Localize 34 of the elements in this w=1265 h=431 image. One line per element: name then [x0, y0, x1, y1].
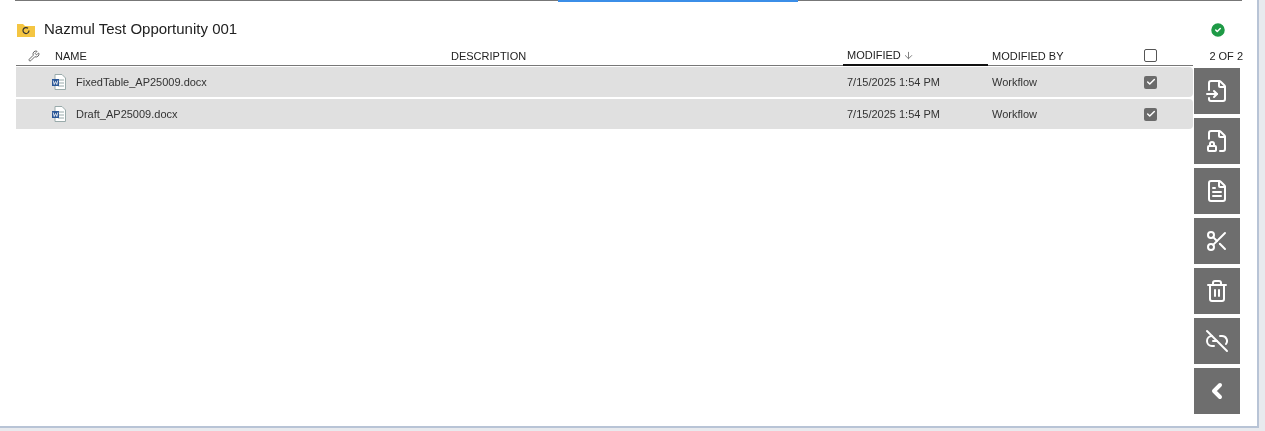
document-icon — [1205, 179, 1229, 203]
file-row[interactable]: FixedTable_AP25009.docx 7/15/2025 1:54 PM Workflow — [16, 67, 1193, 97]
action-button[interactable] — [1194, 68, 1240, 114]
action-button[interactable] — [1194, 368, 1240, 414]
action-button[interactable] — [1194, 118, 1240, 164]
item-count: 2 OF 2 — [1209, 49, 1244, 65]
checkbox[interactable] — [1144, 49, 1157, 62]
action-button[interactable] — [1194, 218, 1240, 264]
checkbox[interactable] — [1144, 75, 1157, 89]
action-button[interactable] — [1194, 168, 1240, 214]
folder-icon — [17, 22, 35, 37]
trash-icon — [1205, 279, 1229, 303]
action-button[interactable] — [1194, 268, 1240, 314]
file-row[interactable]: Draft_AP25009.docx 7/15/2025 1:54 PM Workflow — [16, 99, 1193, 129]
file-in-icon — [1205, 79, 1229, 103]
folder-title: Nazmul Test Opportunity 001 — [44, 19, 238, 40]
modified-by: Workflow — [991, 74, 1039, 90]
broken-link-icon — [1205, 329, 1229, 353]
checkbox[interactable] — [1144, 107, 1157, 121]
modified-date: 7/15/2025 1:54 PM — [846, 106, 941, 122]
action-button[interactable] — [1194, 318, 1240, 364]
file-name: Draft_AP25009.docx — [76, 106, 178, 122]
column-header[interactable]: NAME — [51, 47, 447, 66]
word-document-icon — [52, 106, 66, 122]
modified-by: Workflow — [991, 106, 1039, 122]
settings-icon[interactable] — [27, 50, 40, 62]
word-document-icon — [52, 74, 66, 90]
sort-arrow-icon — [902, 50, 914, 61]
column-header[interactable]: DESCRIPTION — [447, 47, 843, 66]
column-header[interactable]: MODIFIED BY — [988, 47, 1128, 66]
scissors-icon — [1205, 229, 1229, 253]
file-name: FixedTable_AP25009.docx — [76, 74, 207, 90]
file-lock-icon — [1205, 129, 1229, 153]
modified-date: 7/15/2025 1:54 PM — [846, 74, 941, 90]
